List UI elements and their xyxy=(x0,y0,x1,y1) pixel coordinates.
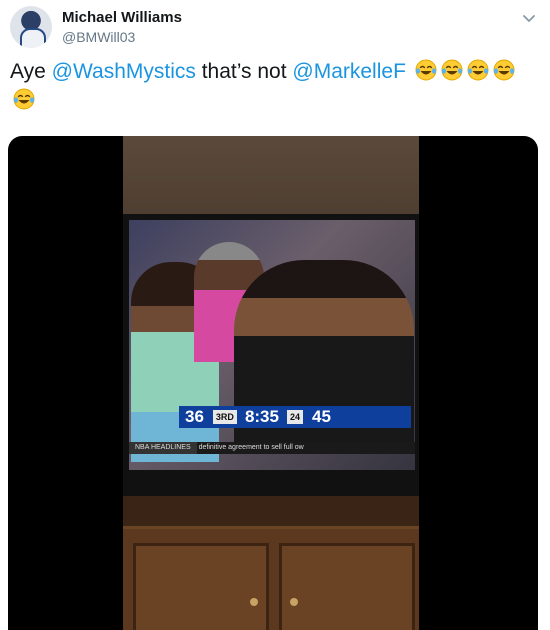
shot-clock: 24 xyxy=(286,410,303,424)
ticker-tag: NBA HEADLINES xyxy=(129,442,197,454)
author-name[interactable]: Michael Williams xyxy=(62,9,182,26)
game-clock: 8:35 xyxy=(244,407,279,426)
tv-screen: 36 3RD 8:35 24 45 NBA HEADLINES definiti… xyxy=(129,220,415,470)
laughing-crying-emoji-icon xyxy=(467,59,489,81)
mention-markellef[interactable]: @MarkelleF xyxy=(292,60,406,83)
left-score: 36 xyxy=(185,407,204,426)
tweet-video[interactable]: 36 3RD 8:35 24 45 NBA HEADLINES definiti… xyxy=(8,136,538,630)
scorebug: 36 3RD 8:35 24 45 xyxy=(179,406,411,428)
cabinet-top xyxy=(123,496,419,526)
laughing-crying-emoji-icon xyxy=(13,88,35,110)
tweet-text-prefix: Aye xyxy=(10,60,52,83)
laughing-crying-emoji-icon xyxy=(441,59,463,81)
ticker-text: definitive agreement to sell full ow xyxy=(198,444,304,451)
author-handle[interactable]: @BMWill03 xyxy=(62,29,135,45)
cabinet-door-right xyxy=(279,543,415,630)
tweet-header: Michael Williams @BMWill03 xyxy=(10,6,540,50)
tweet-text: Aye @WashMystics that’s not @MarkelleF xyxy=(10,57,535,115)
right-score: 45 xyxy=(311,407,331,426)
period: 3RD xyxy=(212,410,237,424)
cabinet xyxy=(123,526,419,630)
door-knob xyxy=(290,598,298,606)
chevron-down-icon[interactable] xyxy=(520,10,538,28)
mention-washmystics[interactable]: @WashMystics xyxy=(52,60,196,83)
cabinet-door-left xyxy=(133,543,269,630)
tweet-text-middle: that’s not xyxy=(195,60,293,83)
laughing-crying-emoji-icon xyxy=(415,59,437,81)
laughing-crying-emoji-icon xyxy=(493,59,515,81)
door-knob xyxy=(250,598,258,606)
tv-set: 36 3RD 8:35 24 45 NBA HEADLINES definiti… xyxy=(123,214,419,496)
news-ticker: NBA HEADLINES definitive agreement to se… xyxy=(129,442,415,454)
video-frame[interactable]: 36 3RD 8:35 24 45 NBA HEADLINES definiti… xyxy=(123,136,419,630)
avatar[interactable] xyxy=(10,6,52,48)
